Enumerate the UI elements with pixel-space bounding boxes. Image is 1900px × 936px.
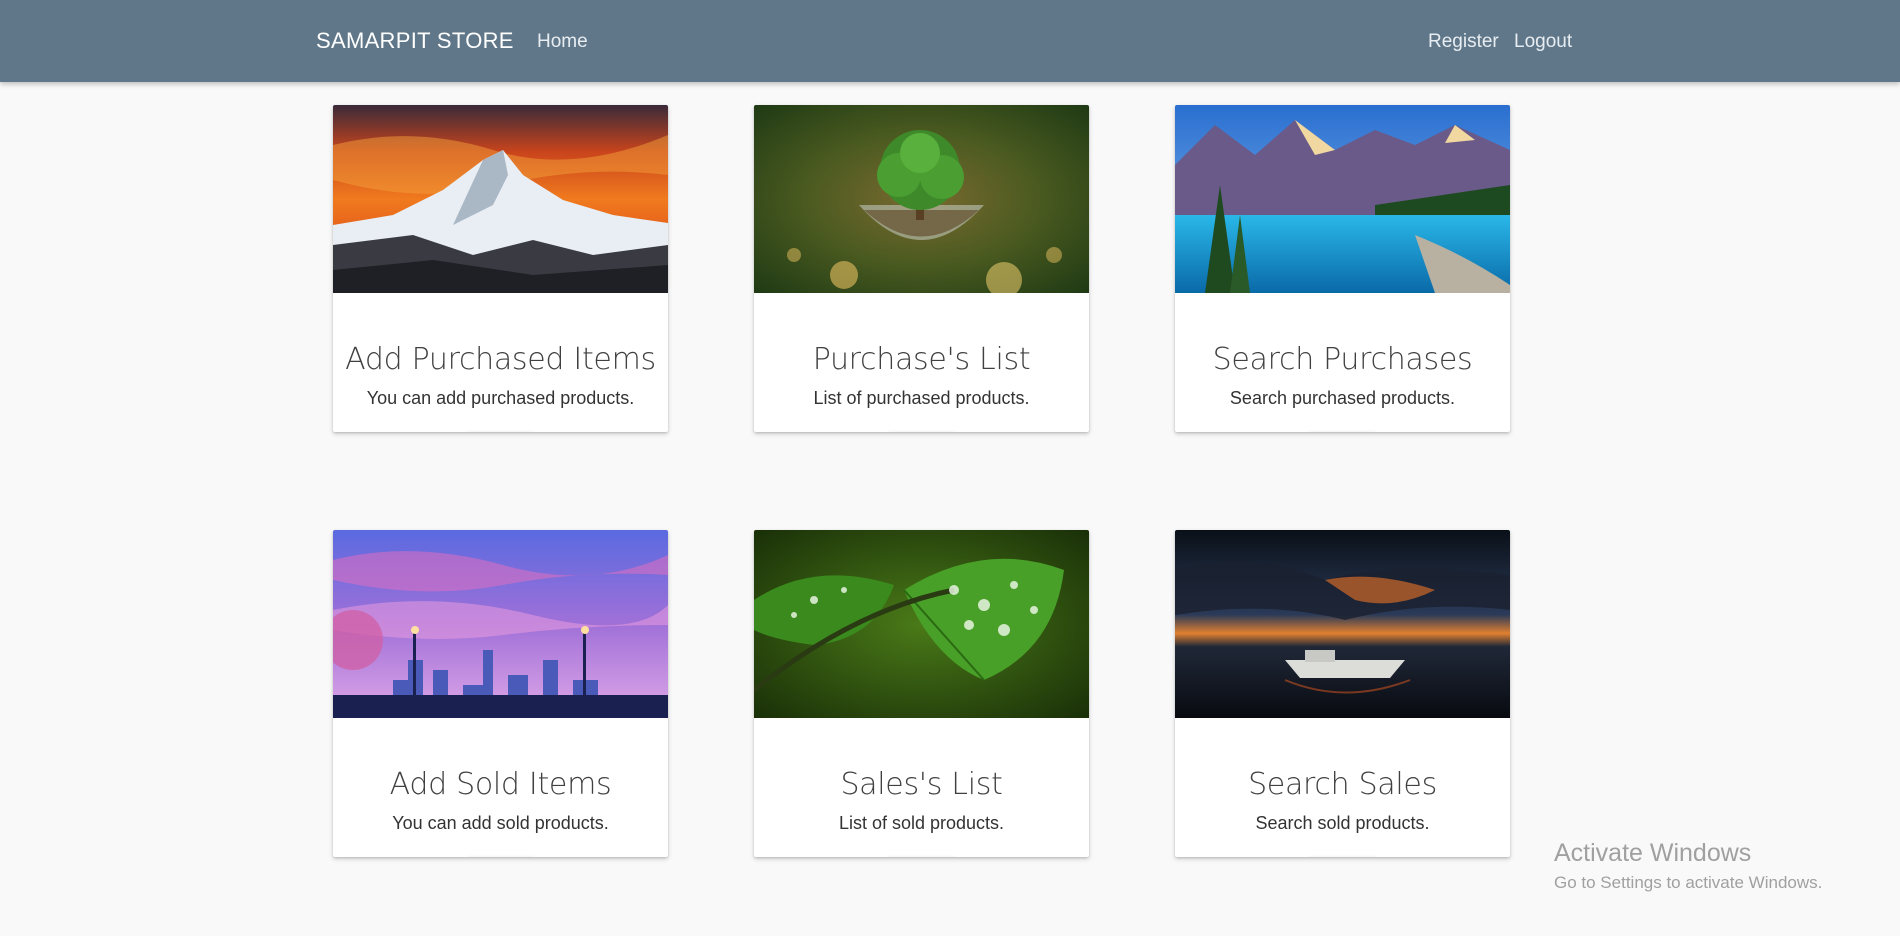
card-text: List of purchased products. bbox=[813, 388, 1030, 408]
card-purchases-list: Purchase's List List of purchased produc… bbox=[754, 105, 1089, 432]
nav-home-link[interactable]: Home bbox=[537, 32, 588, 51]
card-title: Add Purchased Items bbox=[345, 342, 656, 377]
nav-logout-link[interactable]: Logout bbox=[1514, 32, 1572, 51]
city-sky-image bbox=[333, 530, 668, 718]
watermark-subtitle: Go to Settings to activate Windows. bbox=[1554, 873, 1823, 892]
activate-windows-watermark: Activate Windows Go to Settings to activ… bbox=[1554, 838, 1822, 894]
card-title: Purchase's List bbox=[812, 342, 1031, 377]
navbar: SAMARPIT STORE Home Register Logout bbox=[0, 0, 1900, 82]
card-text: You can add sold products. bbox=[392, 813, 609, 833]
card-search-sales: Search Sales Search sold products. GO bbox=[1175, 530, 1510, 857]
card-text: Search sold products. bbox=[1255, 813, 1430, 833]
tree-glass-image bbox=[754, 105, 1089, 293]
watermark-title: Activate Windows bbox=[1554, 839, 1752, 867]
card-sales-list: Sales's List List of sold products. GO bbox=[754, 530, 1089, 857]
card-title: Search Sales bbox=[1248, 767, 1437, 802]
card-add-sold-items: Add Sold Items You can add sold products… bbox=[333, 530, 668, 857]
card-add-purchased-items: Add Purchased Items You can add purchase… bbox=[333, 105, 668, 432]
card-title: Sales's List bbox=[840, 767, 1003, 802]
card-text: You can add purchased products. bbox=[366, 388, 635, 408]
card-title: Search Purchases bbox=[1212, 342, 1473, 377]
leaf-droplets-image bbox=[754, 530, 1089, 718]
card-title: Add Sold Items bbox=[389, 767, 612, 802]
card-text: Search purchased products. bbox=[1229, 388, 1456, 408]
brand-link[interactable]: SAMARPIT STORE bbox=[316, 30, 514, 52]
nav-register-link[interactable]: Register bbox=[1428, 32, 1499, 51]
card-search-purchases: Search Purchases Search purchased produc… bbox=[1175, 105, 1510, 432]
mountain-lake-image bbox=[1175, 105, 1510, 293]
card-text: List of sold products. bbox=[838, 813, 1005, 833]
mountain-sunset-image bbox=[333, 105, 668, 293]
boat-sunset-image bbox=[1175, 530, 1510, 718]
